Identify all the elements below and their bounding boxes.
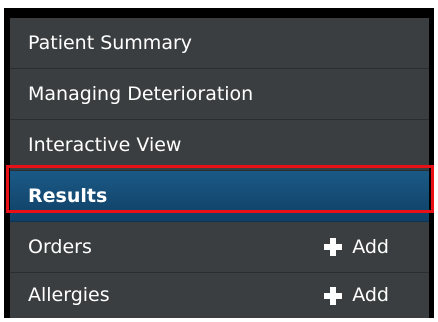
- add-label: Add: [352, 284, 389, 306]
- menu-item-label: Interactive View: [28, 134, 182, 156]
- menu-item-label: Allergies: [28, 284, 110, 306]
- menu-item-label: Results: [28, 185, 108, 207]
- add-label: Add: [352, 236, 389, 258]
- menu-item-orders[interactable]: Orders Add: [10, 222, 429, 273]
- menu-item-patient-summary[interactable]: Patient Summary: [10, 18, 429, 69]
- menu-item-managing-deterioration[interactable]: Managing Deterioration: [10, 69, 429, 120]
- menu-item-label: Managing Deterioration: [28, 83, 254, 105]
- menu-item-label: Orders: [28, 236, 92, 258]
- navigation-menu: Patient Summary Managing Deterioration I…: [10, 18, 429, 318]
- add-orders-button[interactable]: Add: [324, 222, 389, 272]
- plus-icon: [324, 238, 343, 256]
- plus-icon: [324, 286, 343, 305]
- menu-item-label: Patient Summary: [28, 32, 193, 54]
- menu-item-results[interactable]: Results: [10, 171, 429, 222]
- menu-item-allergies[interactable]: Allergies Add: [10, 273, 429, 318]
- add-allergies-button[interactable]: Add: [324, 273, 389, 318]
- menu-item-interactive-view[interactable]: Interactive View: [10, 120, 429, 171]
